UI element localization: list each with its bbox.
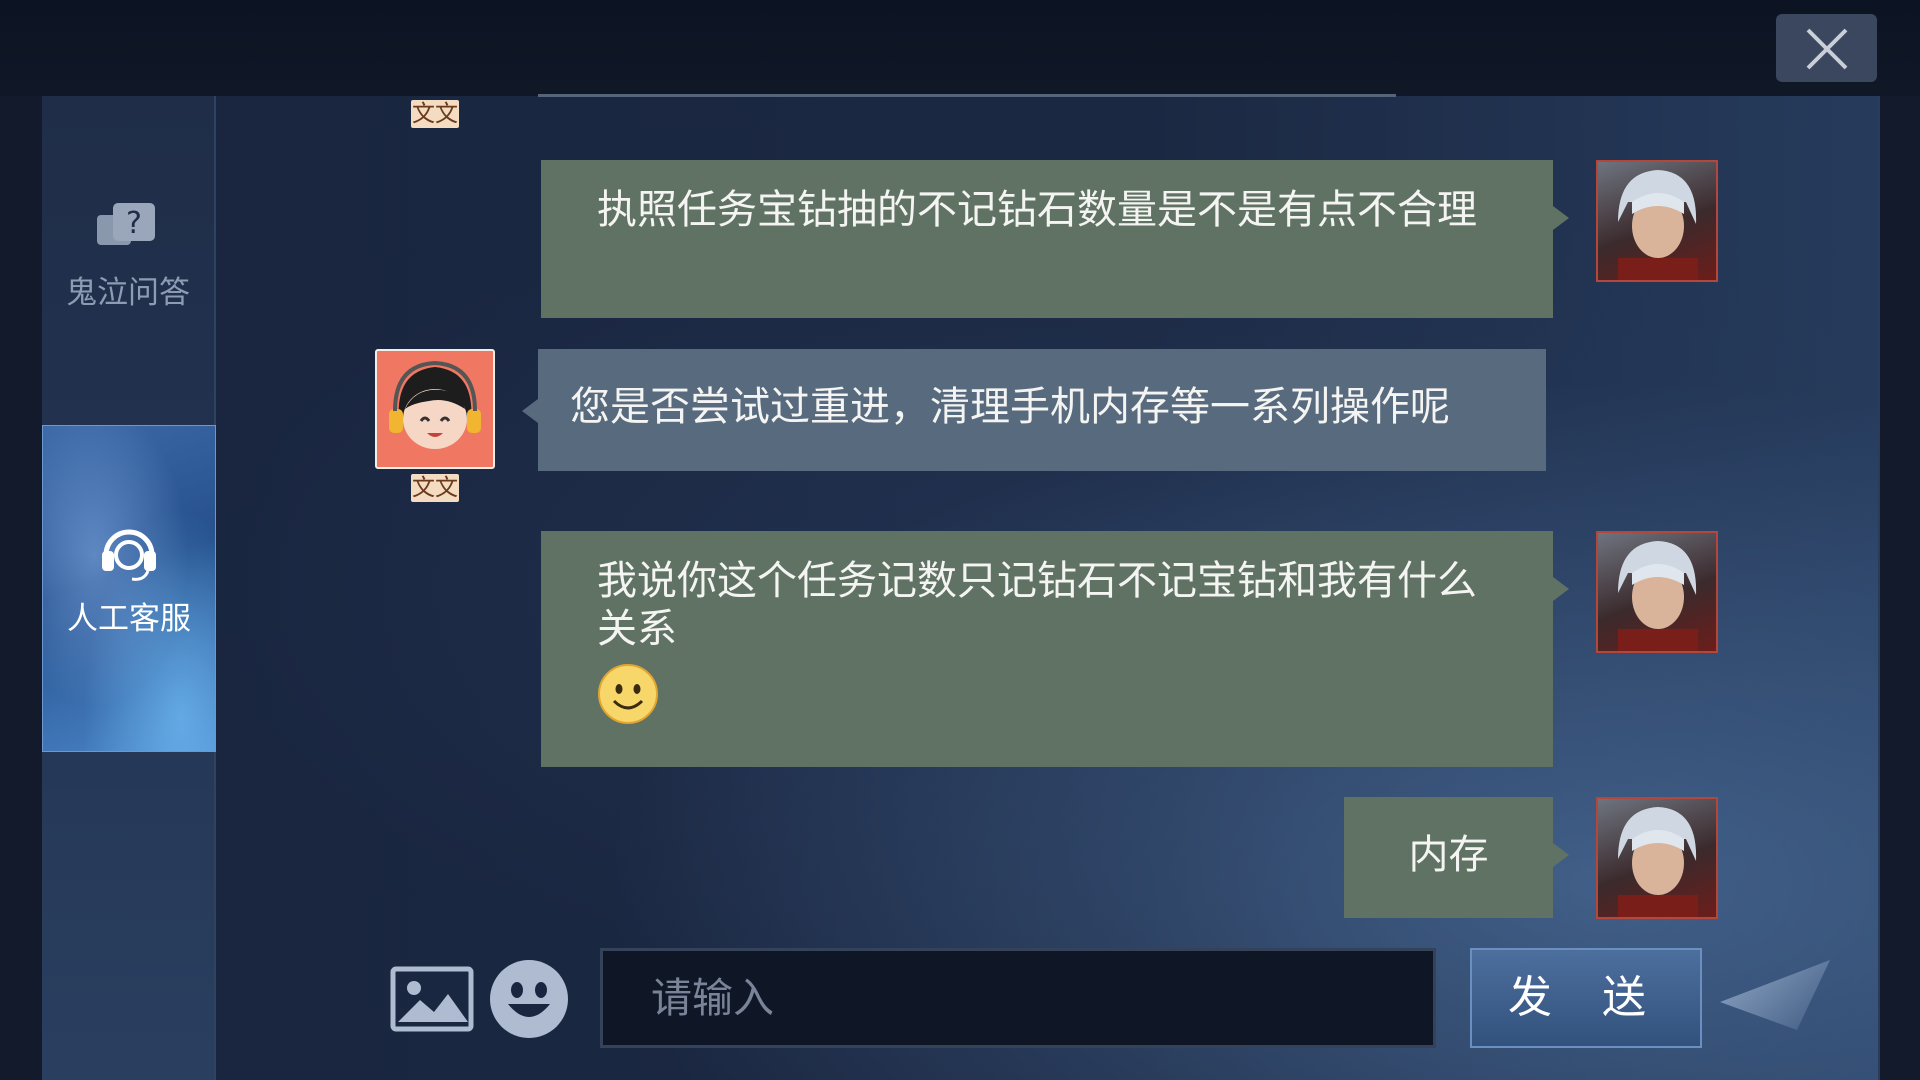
input-placeholder: 请输入	[651, 974, 774, 1022]
agent-message: 您是否尝试过重进，清理手机内存等一系列操作呢	[522, 349, 1546, 471]
emoji-button[interactable]	[488, 958, 570, 1044]
agent-avatar-icon	[389, 360, 481, 449]
user-message: 我说你这个任务记数只记钻石不记宝钻和我有什么关系	[541, 531, 1569, 767]
agent-avatar[interactable]	[375, 349, 495, 469]
user-portrait-icon	[1618, 807, 1698, 917]
message-text: 执照任务宝钻抽的不记钻石数量是不是有点不合理	[597, 187, 1477, 233]
image-icon	[390, 966, 474, 1032]
headset-icon	[102, 529, 156, 581]
close-button[interactable]	[1776, 14, 1877, 82]
user-portrait-icon	[1618, 170, 1698, 280]
emoji-icon	[490, 960, 568, 1038]
agent-name-tag: 文文	[411, 100, 459, 128]
user-message: 内存	[1344, 797, 1569, 918]
help-bubble-icon: ?	[97, 203, 155, 245]
user-avatar[interactable]	[1596, 531, 1718, 653]
sidebar-item-label: 鬼泣问答	[66, 275, 190, 311]
top-bar	[0, 0, 1920, 96]
user-portrait-icon	[1618, 541, 1698, 651]
user-avatar[interactable]	[1596, 160, 1718, 282]
sidebar-item-label: 人工客服	[67, 601, 191, 637]
user-avatar[interactable]	[1596, 797, 1718, 919]
sidebar-item-faq[interactable]: ? 鬼泣问答	[42, 195, 214, 325]
smile-emoji-icon	[598, 664, 658, 724]
message-text: 您是否尝试过重进，清理手机内存等一系列操作呢	[570, 384, 1450, 430]
user-message: 执照任务宝钻抽的不记钻石数量是不是有点不合理	[541, 160, 1569, 318]
close-icon	[1806, 28, 1848, 70]
sidebar-item-human-service[interactable]: 人工客服	[42, 425, 216, 752]
svg-text:?: ?	[126, 206, 142, 241]
image-button[interactable]	[390, 966, 474, 1036]
send-button[interactable]: 发 送	[1470, 948, 1702, 1048]
agent-name-tag: 文文	[411, 474, 459, 502]
previous-message-edge	[538, 94, 1396, 97]
message-text: 内存	[1408, 832, 1489, 878]
message-input[interactable]: 请输入	[600, 948, 1436, 1048]
message-text: 我说你这个任务记数只记钻石不记宝钻和我有什么关系	[597, 558, 1477, 652]
